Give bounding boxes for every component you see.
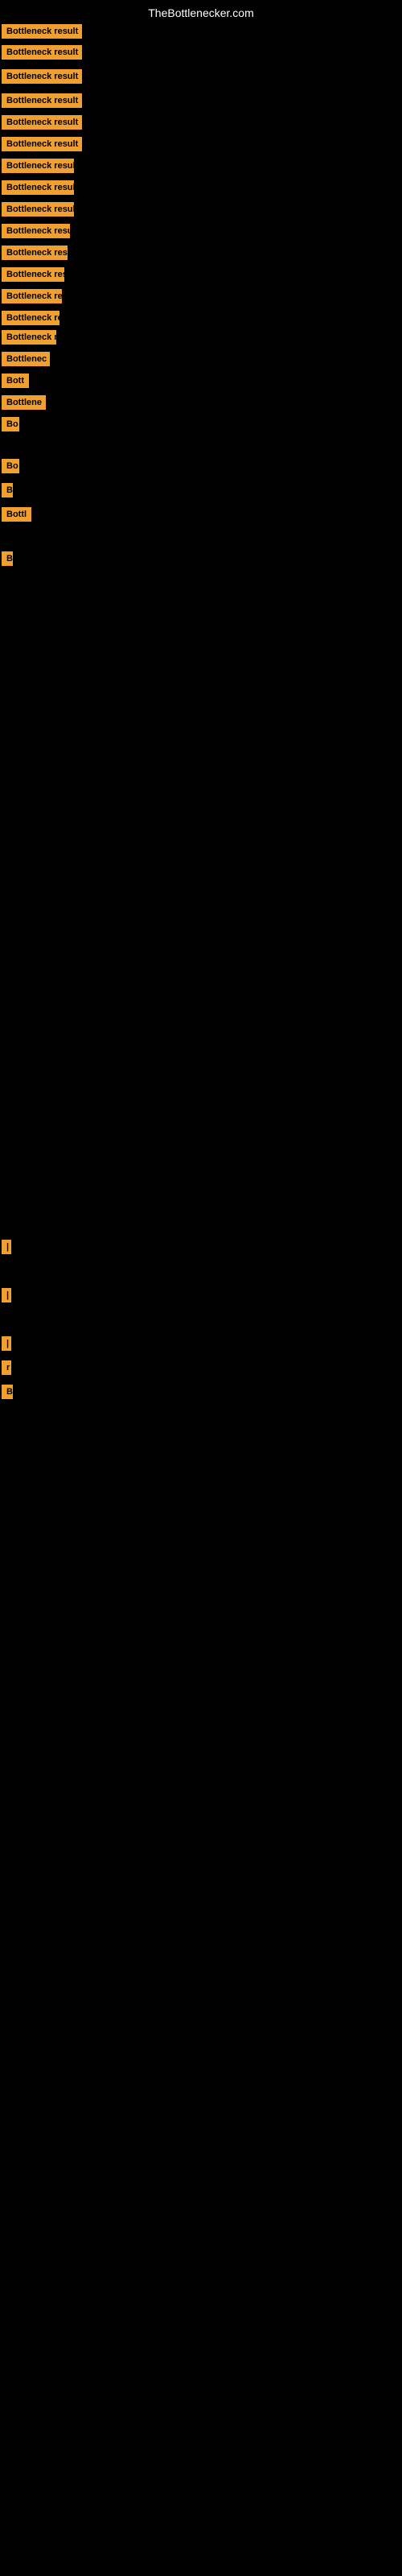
bottleneck-badge-0: Bottleneck result xyxy=(2,24,82,39)
bottleneck-badge-24: | xyxy=(2,1288,11,1302)
bottleneck-badge-6: Bottleneck result xyxy=(2,159,74,173)
bottleneck-badge-7: Bottleneck result xyxy=(2,180,74,195)
bottleneck-badge-22: B xyxy=(2,551,13,566)
bottleneck-badge-17: Bottlene xyxy=(2,395,46,410)
bottleneck-badge-23: | xyxy=(2,1240,11,1254)
bottleneck-badge-21: Bottl xyxy=(2,507,31,522)
bottleneck-badge-11: Bottleneck resu xyxy=(2,267,64,282)
bottleneck-badge-2: Bottleneck result xyxy=(2,69,82,84)
bottleneck-badge-16: Bott xyxy=(2,374,29,388)
bottleneck-badge-13: Bottleneck res xyxy=(2,311,59,325)
bottleneck-badge-20: B xyxy=(2,483,13,497)
bottleneck-badge-26: r xyxy=(2,1360,11,1375)
bottleneck-badge-4: Bottleneck result xyxy=(2,115,82,130)
bottleneck-badge-18: Bo xyxy=(2,417,19,431)
bottleneck-badge-12: Bottleneck res xyxy=(2,289,62,303)
bottleneck-badge-3: Bottleneck result xyxy=(2,93,82,108)
bottleneck-badge-25: | xyxy=(2,1336,11,1351)
bottleneck-badge-19: Bo xyxy=(2,459,19,473)
bottleneck-badge-27: B xyxy=(2,1385,13,1399)
site-title: TheBottlenecker.com xyxy=(148,6,254,19)
bottleneck-badge-5: Bottleneck result xyxy=(2,137,82,151)
bottleneck-badge-8: Bottleneck result xyxy=(2,202,74,217)
bottleneck-badge-15: Bottlenec xyxy=(2,352,50,366)
bottleneck-badge-1: Bottleneck result xyxy=(2,45,82,60)
bottleneck-badge-14: Bottleneck re xyxy=(2,330,56,345)
bottleneck-badge-9: Bottleneck result xyxy=(2,224,70,238)
bottleneck-badge-10: Bottleneck result xyxy=(2,246,68,260)
